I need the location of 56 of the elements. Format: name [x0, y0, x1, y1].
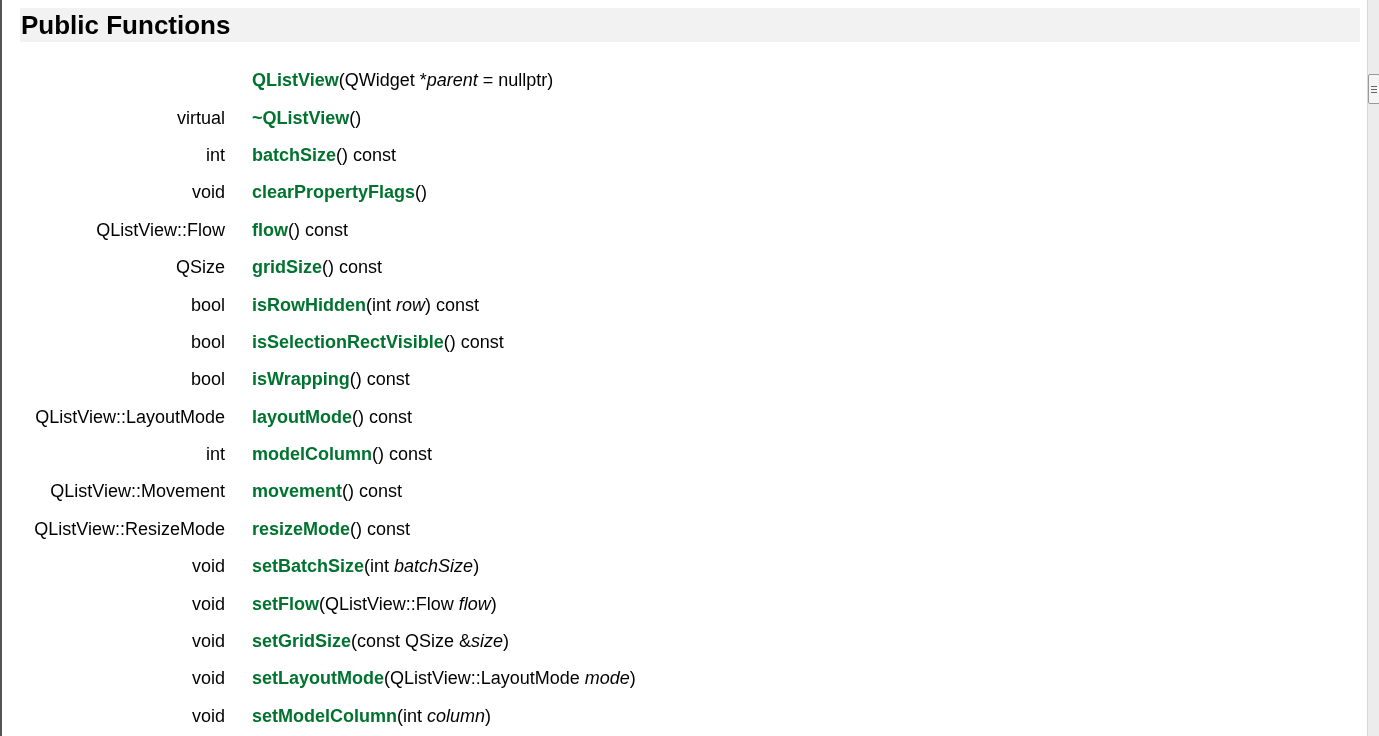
return-type: virtual: [177, 107, 225, 128]
parameter-list: () const: [342, 481, 403, 502]
function-link[interactable]: ~QListView: [252, 107, 350, 128]
parameter-list: () const: [372, 444, 432, 465]
parameter-list: () const: [336, 144, 397, 165]
section-heading: Public Functions: [20, 8, 1360, 42]
parameter-list: (int row) const: [366, 294, 480, 315]
parameter-list: () const: [349, 369, 410, 390]
function-link[interactable]: isSelectionRectVisible: [252, 331, 444, 352]
parameter-list: () const: [288, 219, 348, 240]
scrollbar[interactable]: [1367, 0, 1379, 736]
return-type: void: [191, 631, 225, 652]
return-type: bool: [190, 331, 225, 352]
return-type: void: [191, 182, 225, 203]
function-link[interactable]: gridSize: [252, 257, 322, 278]
parameter-list: (): [349, 107, 362, 128]
return-type: int: [206, 444, 225, 465]
scrollbar-thumb[interactable]: [1368, 74, 1379, 104]
function-link[interactable]: setGridSize: [252, 631, 352, 652]
return-type: bool: [190, 294, 225, 315]
parameter-list: () const: [352, 406, 413, 427]
return-type: QListView::LayoutMode: [35, 406, 225, 427]
parameter-list: (QListView::Flow flow): [319, 593, 497, 614]
return-type: QSize: [175, 257, 225, 278]
function-link[interactable]: setModelColumn: [252, 705, 397, 726]
function-link[interactable]: resizeMode: [252, 518, 351, 539]
return-type: QListView::ResizeMode: [34, 518, 225, 539]
parameter-list: (int batchSize): [364, 556, 480, 577]
function-link[interactable]: isRowHidden: [252, 294, 366, 315]
function-link[interactable]: setLayoutMode: [252, 668, 384, 689]
return-type: QListView::Movement: [50, 481, 225, 502]
function-link[interactable]: flow: [252, 219, 288, 240]
function-link[interactable]: clearPropertyFlags: [252, 182, 416, 203]
parameter-list: (QListView::LayoutMode mode): [384, 668, 636, 689]
return-type: void: [191, 593, 225, 614]
return-type: void: [191, 705, 225, 726]
function-link[interactable]: layoutMode: [252, 406, 352, 427]
parameter-list: (int column): [397, 705, 492, 726]
function-link[interactable]: QListView: [252, 70, 339, 91]
function-link[interactable]: isWrapping: [252, 369, 350, 390]
parameter-list: () const: [322, 257, 383, 278]
return-type: bool: [190, 369, 225, 390]
return-type: void: [191, 668, 225, 689]
function-link[interactable]: setBatchSize: [252, 556, 365, 577]
parameter-list: () const: [443, 331, 504, 352]
function-link[interactable]: movement: [252, 481, 343, 502]
return-type: QListView::Flow: [96, 219, 225, 240]
function-link[interactable]: modelColumn: [252, 444, 372, 465]
function-link[interactable]: batchSize: [252, 144, 337, 165]
parameter-list: () const: [350, 518, 411, 539]
parameter-list: (const QSize &size): [351, 631, 510, 652]
function-link[interactable]: setFlow: [252, 593, 319, 614]
return-type: int: [206, 144, 225, 165]
parameter-list: (QWidget *parent = nullptr): [338, 70, 554, 91]
return-type: void: [191, 556, 225, 577]
parameter-list: (): [415, 182, 428, 203]
